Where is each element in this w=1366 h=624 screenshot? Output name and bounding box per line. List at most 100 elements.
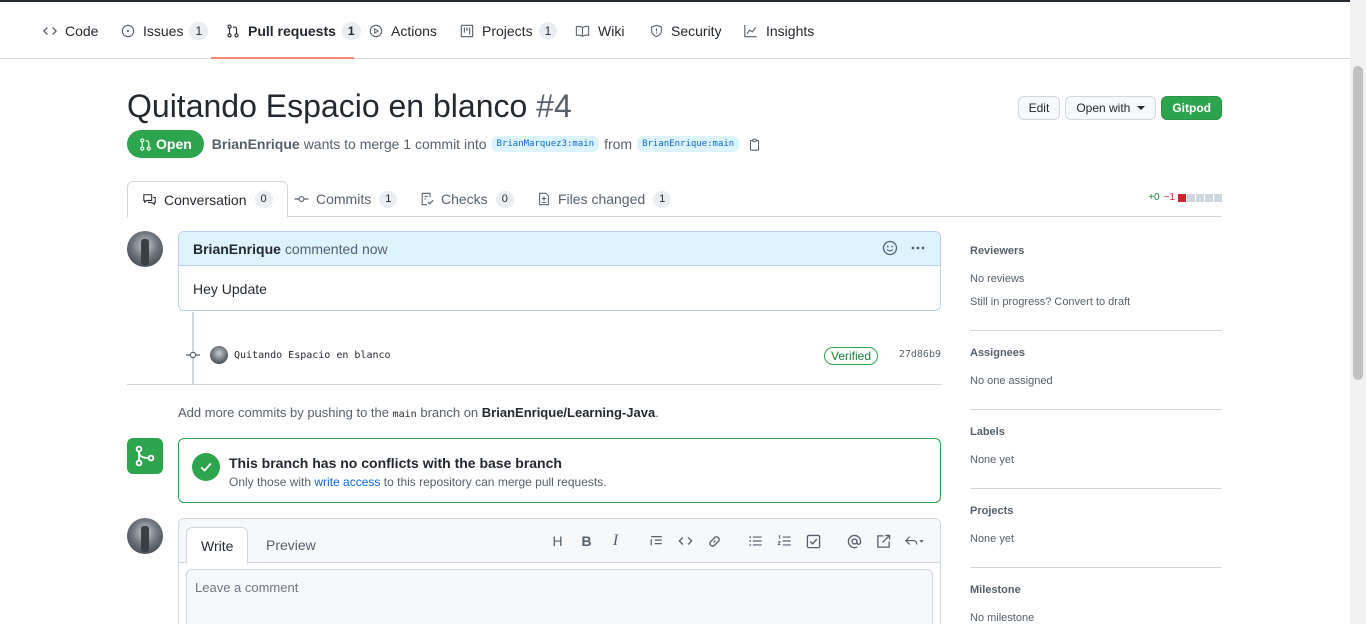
verified-badge[interactable]: Verified [824,347,879,365]
projects-counter: 1 [538,21,558,40]
bold-icon[interactable]: B [572,532,601,550]
edit-button[interactable]: Edit [1017,96,1061,120]
comment-discussion-icon [143,193,156,205]
issue-icon [121,24,135,37]
sidebar-assignees: Assignees No one assigned [970,331,1222,410]
open-with-button[interactable]: Open with [1065,96,1157,120]
push-note-middle: branch on [420,405,479,420]
tab-label: Files changed [558,191,646,207]
pr-meta: Open BrianEnrique wants to merge 1 commi… [127,130,761,158]
repo-link[interactable]: BrianEnrique/Learning-Java [482,405,655,420]
write-access-link[interactable]: write access [314,475,380,489]
nav-item-code[interactable]: Code [43,2,98,59]
nav-selected-underline [211,57,354,59]
nav-item-insights[interactable]: Insights [743,2,814,59]
nav-item-label: Code [65,22,99,39]
copy-icon[interactable] [748,138,761,151]
diffstat-block-deleted [1178,193,1186,202]
head-branch[interactable]: BrianEnrique:main [637,136,740,152]
nav-item-label: Pull requests [248,22,336,39]
nav-item-label: Projects [482,22,533,39]
comment-box: BrianEnrique commented now Hey Update [178,231,941,311]
merge-status-icon [127,438,163,474]
pr-author-link[interactable]: BrianEnrique [212,136,300,152]
nav-item-security[interactable]: Security [650,2,722,59]
pr-merge-text: wants to merge 1 commit into [303,136,487,152]
task-list-icon[interactable] [799,532,828,550]
avatar[interactable] [127,518,163,554]
italic-icon[interactable]: I [601,532,630,550]
heading-icon[interactable]: H [543,532,572,550]
avatar[interactable] [127,231,163,267]
code-icon[interactable] [671,532,700,550]
cross-reference-icon[interactable] [869,532,898,550]
caret-down-icon [1137,106,1146,110]
reply-icon[interactable] [898,532,932,550]
commit-icon [294,195,309,203]
sidebar-reviewers-title[interactable]: Reviewers [970,245,1222,257]
sidebar-labels-title[interactable]: Labels [970,426,1222,438]
comment-author-link[interactable]: BrianEnrique [193,241,281,257]
new-comment-header: Write Preview H B I [179,519,940,564]
convert-to-draft-link[interactable]: Still in progress? Convert to draft [970,291,1222,314]
nav-item-projects[interactable]: Projects 1 [460,2,558,59]
nav-item-wiki[interactable]: Wiki [575,2,624,59]
commit-message-link[interactable]: Quitando Espacio en blanco [234,350,391,361]
sidebar-milestone-text: No milestone [970,612,1035,624]
comment-textarea[interactable]: Leave a comment [186,569,933,624]
push-note-suffix: . [655,405,659,420]
page-scrollbar[interactable] [1350,0,1366,624]
new-comment-box: Write Preview H B I Leave a comment [178,518,941,624]
comment-actions [882,240,926,256]
sidebar-milestone-title[interactable]: Milestone [970,584,1222,596]
gitpod-button[interactable]: Gitpod [1161,96,1222,120]
tab-checks[interactable]: Checks 0 [420,181,514,217]
pull-request-icon [227,23,239,38]
tab-write[interactable]: Write [186,527,249,564]
kebab-horizontal-icon[interactable] [910,240,926,256]
nav-item-issues[interactable]: Issues 1 [121,2,209,59]
sidebar-labels: Labels None yet [970,410,1222,489]
scrollbar-thumb[interactable] [1353,66,1363,380]
nav-item-label: Wiki [598,22,625,39]
sidebar-projects-title[interactable]: Projects [970,505,1222,517]
tab-label: Checks [441,191,488,207]
ordered-list-icon[interactable] [770,532,799,550]
smiley-icon[interactable] [882,240,898,256]
avatar[interactable] [210,346,228,364]
tab-label: Conversation [164,191,247,208]
pr-header-actions: Edit Open with Gitpod [1017,96,1222,120]
nav-item-pull-requests[interactable]: Pull requests 1 [226,2,361,59]
diffstat-additions: +0 [1148,192,1160,203]
sidebar-reviewers-text: No reviews [970,273,1025,285]
commit-sha-link[interactable]: 27d86b9 [899,349,941,360]
merge-sub-prefix: Only those with [229,475,312,489]
nav-item-label: Security [671,22,722,39]
book-icon [575,25,590,37]
pr-tabs: Conversation 0 Commits 1 Checks 0 Files … [127,181,1222,218]
merge-status-title: This branch has no conflicts with the ba… [229,455,562,471]
timeline-divider [127,384,941,385]
tab-counter: 1 [379,190,398,208]
git-merge-icon [135,445,155,467]
issues-counter: 1 [189,21,209,40]
diffstat: +0 −1 [1148,192,1222,203]
nav-item-actions[interactable]: Actions [369,2,437,59]
tab-label: Commits [316,191,372,207]
merge-status-subtitle: Only those with write access to this rep… [229,475,607,489]
tab-counter: 0 [254,191,273,208]
base-branch[interactable]: BrianMarquez3:main [491,136,600,152]
link-icon[interactable] [700,532,729,550]
pr-number: #4 [536,88,572,124]
tab-commits[interactable]: Commits 1 [294,181,398,217]
tab-preview[interactable]: Preview [252,527,330,563]
diffstat-block-neutral [1214,193,1222,202]
unordered-list-icon[interactable] [741,532,770,550]
tab-conversation[interactable]: Conversation 0 [127,181,288,218]
mention-icon[interactable] [840,532,869,550]
sidebar-assignees-title[interactable]: Assignees [970,347,1222,359]
tab-files-changed[interactable]: Files changed 1 [537,181,672,217]
merge-status-box: This branch has no conflicts with the ba… [178,438,941,503]
quote-icon[interactable] [642,532,671,550]
pr-title: Quitando Espacio en blanco #4 [127,88,572,125]
